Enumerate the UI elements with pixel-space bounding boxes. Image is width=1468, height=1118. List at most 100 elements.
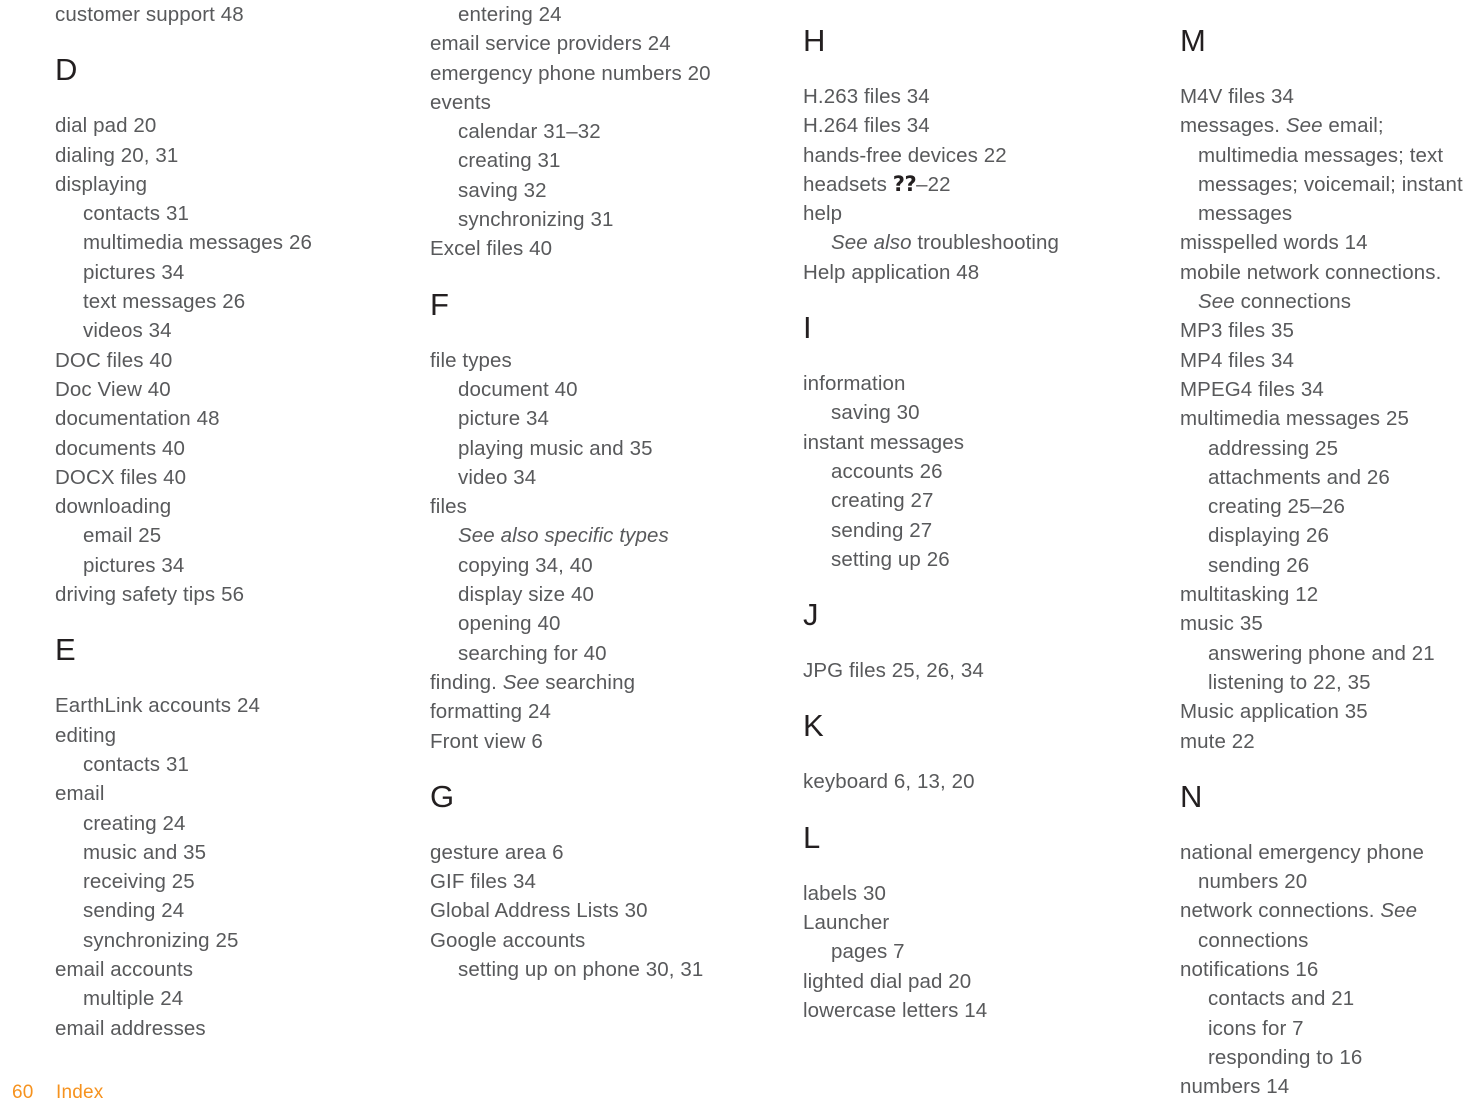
entry-text-span: troubleshooting: [911, 231, 1060, 255]
index-entry: downloading: [55, 495, 172, 519]
index-subentry: See also troubleshooting: [803, 228, 1148, 257]
index-entry: Google accounts: [430, 928, 586, 952]
index-subentry: videos 34: [83, 319, 172, 343]
index-subentry: video 34: [458, 465, 537, 489]
index-letter-heading: I: [803, 310, 812, 346]
index-subentry: receiving 25: [83, 870, 195, 894]
index-column-1: customer support 48 Ddial pad 20 dialing 2…: [55, 0, 395, 1043]
cross-reference-see: See: [1285, 114, 1323, 138]
index-subentry: document 40: [458, 377, 578, 401]
missing-page-number-placeholder: ??: [892, 171, 917, 196]
index-entry: MP3 files 35: [1180, 319, 1294, 343]
index-letter-heading: E: [55, 632, 76, 668]
index-subentry: addressing 25: [1208, 436, 1339, 460]
index-letter-heading: M: [1180, 23, 1207, 58]
index-subentry: listening to 22, 35: [1208, 670, 1371, 694]
index-letter-heading: F: [430, 286, 450, 322]
index-subentry: synchronizing 31: [458, 208, 614, 232]
index-entry: H.264 files 34: [803, 114, 930, 138]
index-page: customer support 48 Ddial pad 20 dialing 2…: [0, 0, 1468, 1118]
index-column-3: H H.263 files 34 H.264 files 34 hands-free …: [803, 0, 1148, 1025]
footer-page-number: 60: [12, 1082, 34, 1103]
index-letter-heading: J: [803, 597, 819, 633]
cross-reference-see: See: [502, 670, 540, 694]
index-entry: hands-free devices 22: [803, 143, 1007, 167]
index-subentry: answering phone and 21: [1208, 641, 1435, 665]
index-subentry: picture 34: [458, 407, 550, 431]
index-subentry: sending 27: [831, 518, 933, 542]
index-subentry: playing music and 35: [458, 436, 653, 460]
index-letter-heading: K: [803, 708, 824, 744]
index-entry: JPG files 25, 26, 34: [803, 659, 984, 683]
index-subentry: attachments and 26: [1208, 465, 1390, 489]
index-entry: misspelled words 14: [1180, 231, 1368, 255]
index-subentry: contacts 31: [83, 752, 189, 776]
index-subentry: entering 24: [458, 3, 562, 26]
index-subentry: responding to 16: [1208, 1045, 1363, 1069]
index-entry: mobile network connections. See connecti…: [1180, 258, 1468, 317]
entry-text-span: –22: [916, 172, 951, 196]
index-entry: Excel files 40: [430, 237, 553, 261]
entry-text-span: headsets: [803, 172, 893, 196]
index-entry: Global Address Lists 30: [430, 899, 648, 923]
index-subentry: saving 30: [831, 401, 920, 425]
index-entry: dial pad 20: [55, 114, 157, 138]
index-entry: messages. See email; multimedia messages…: [1180, 111, 1468, 228]
index-letter-heading: D: [55, 52, 78, 88]
index-column-2: entering 24 email service providers 24 eme…: [430, 0, 775, 984]
index-entry: formatting 24: [430, 700, 551, 724]
index-entry: editing: [55, 723, 117, 747]
index-subentry: searching for 40: [458, 641, 607, 665]
index-letter-heading: G: [430, 778, 455, 814]
index-subentry: saving 32: [458, 178, 547, 202]
index-entry: notifications 16: [1180, 958, 1319, 982]
entry-text-span: mobile network connections.: [1180, 260, 1448, 284]
index-subentry: email 25: [83, 524, 162, 548]
index-subentry: See also specific types: [430, 521, 775, 550]
index-entry: labels 30: [803, 881, 886, 905]
index-entry: file types: [430, 348, 512, 372]
index-entry: emergency phone numbers 20: [430, 61, 711, 85]
cross-reference-see: See: [1380, 899, 1418, 923]
index-entry: customer support 48: [55, 3, 244, 26]
index-column-4: M M4V files 34 messages. See email; multim…: [1180, 0, 1468, 1102]
index-entry: lowercase letters 14: [803, 998, 988, 1022]
index-entry: multimedia messages 25: [1180, 407, 1409, 431]
index-entry: email service providers 24: [430, 32, 671, 56]
index-entry: mute 22: [1180, 729, 1255, 753]
index-subentry: pages 7: [831, 940, 905, 964]
entry-text-span: messages.: [1180, 114, 1286, 138]
index-subentry: creating 24: [83, 811, 186, 835]
index-subentry: displaying 26: [1208, 524, 1329, 548]
index-entry: EarthLink accounts 24: [55, 694, 260, 718]
index-subentry: setting up on phone 30, 31: [458, 958, 704, 982]
index-entry: network connections. See connections: [1180, 896, 1468, 955]
index-entry: documentation 48: [55, 407, 220, 431]
index-letter-heading: L: [803, 819, 821, 855]
page-footer: 60 Index: [0, 1082, 1468, 1112]
index-entry: driving safety tips 56: [55, 583, 245, 607]
index-letter-heading: H: [803, 23, 826, 58]
index-entry: events: [430, 90, 491, 114]
cross-reference-see: See also: [831, 231, 912, 255]
index-entry: help: [803, 202, 843, 226]
index-entry: Doc View 40: [55, 377, 171, 401]
index-entry: GIF files 34: [430, 870, 537, 894]
index-subentry: creating 25–26: [1208, 495, 1346, 519]
index-entry: DOCX files 40: [55, 465, 187, 489]
entry-text-span: connections: [1234, 290, 1352, 314]
index-subentry: calendar 31–32: [458, 120, 601, 144]
index-subentry: icons for 7: [1208, 1016, 1304, 1040]
index-entry: Launcher: [803, 911, 890, 935]
footer-section-label: Index: [56, 1082, 104, 1103]
index-subentry: sending 24: [83, 899, 185, 923]
index-entry: dialing 20, 31: [55, 143, 179, 167]
entry-text-span: searching: [539, 670, 636, 694]
cross-reference-see: See: [1198, 290, 1235, 314]
index-entry: national emergency phone numbers 20: [1180, 840, 1430, 894]
entry-text-span: finding.: [430, 670, 503, 694]
index-subentry: pictures 34: [83, 553, 185, 577]
index-subentry: sending 26: [1208, 553, 1310, 577]
index-subentry: setting up 26: [831, 547, 950, 571]
index-subentry: accounts 26: [831, 459, 943, 483]
